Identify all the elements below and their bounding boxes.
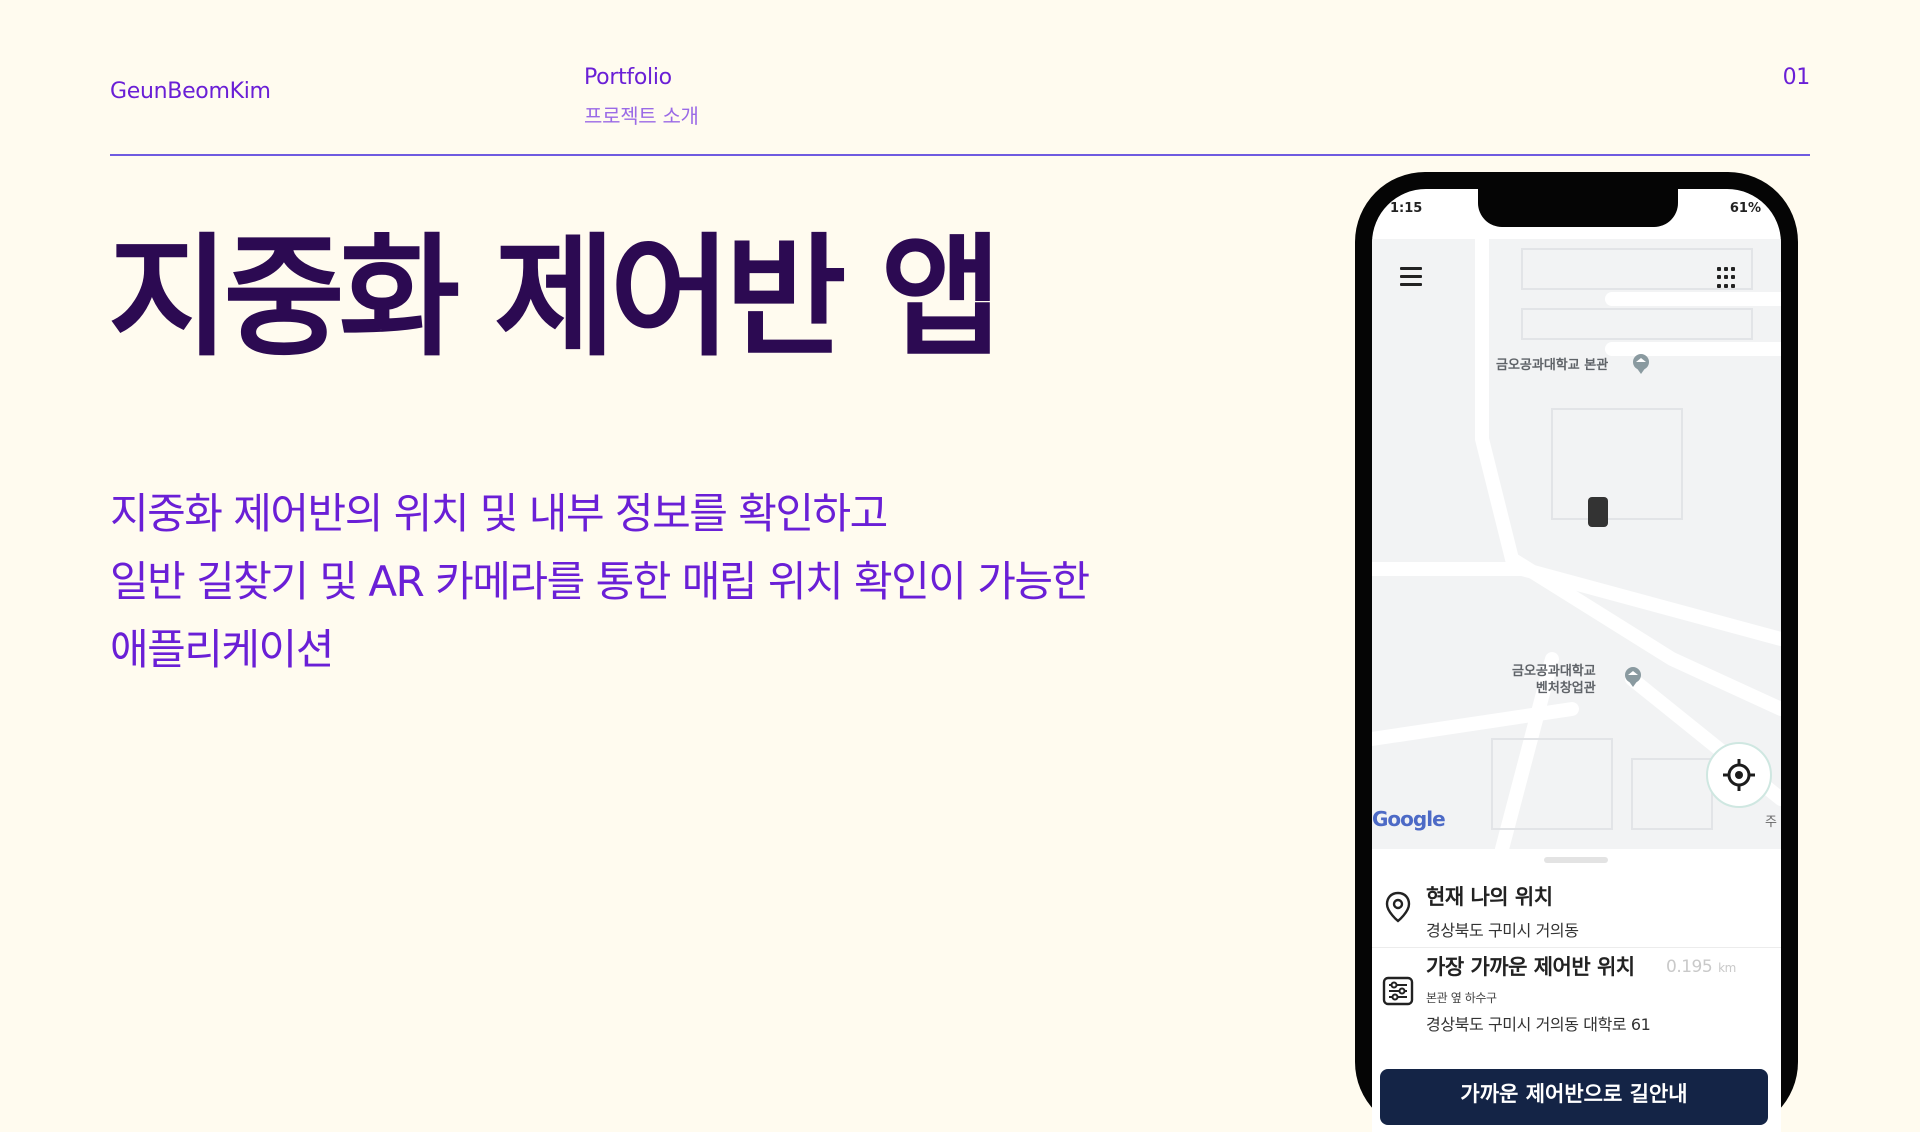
location-pin-icon bbox=[1385, 891, 1411, 923]
distance-unit: km bbox=[1718, 961, 1736, 975]
poi-main-building-label: 금오공과대학교 본관 bbox=[1496, 358, 1609, 373]
page-title: 지중화 제어반 앱 bbox=[108, 221, 1002, 375]
project-description: 지중화 제어반의 위치 및 내부 정보를 확인하고 일반 길찾기 및 AR 카메… bbox=[110, 480, 1090, 684]
poi-venture-center-label: 금오공과대학교 벤처창업관 bbox=[1512, 663, 1596, 697]
nearest-panel-distance: 0.195 km bbox=[1666, 957, 1736, 977]
google-logo: Google bbox=[1372, 807, 1446, 831]
my-location-button[interactable] bbox=[1706, 742, 1772, 808]
description-line-3: 애플리케이션 bbox=[110, 625, 334, 674]
current-location-title: 현재 나의 위치 bbox=[1426, 885, 1553, 909]
control-panel-marker[interactable] bbox=[1588, 497, 1608, 527]
poi-pin-icon[interactable] bbox=[1622, 666, 1644, 688]
status-time: 1:15 bbox=[1390, 201, 1423, 216]
status-battery: 61% bbox=[1729, 201, 1761, 216]
author-name: GeunBeomKim bbox=[110, 79, 271, 104]
apps-grid-icon[interactable] bbox=[1717, 267, 1739, 289]
header-divider bbox=[110, 154, 1810, 156]
navigate-to-panel-button[interactable]: 가까운 제어반으로 길안내 bbox=[1380, 1069, 1768, 1125]
map-edge-label: 주 bbox=[1765, 815, 1777, 830]
drag-handle[interactable] bbox=[1544, 857, 1608, 863]
distance-value: 0.195 bbox=[1666, 957, 1713, 977]
nearest-panel-note: 본관 옆 하수구 bbox=[1426, 991, 1497, 1005]
poi-pin-icon[interactable] bbox=[1630, 353, 1652, 375]
crosshair-icon bbox=[1723, 759, 1755, 791]
phone-mockup: 1:15 61% 금오공과대학교 본관 금오공과대학교 벤처창업관 Google… bbox=[1355, 172, 1798, 1132]
page-number: 01 bbox=[1782, 65, 1811, 90]
hamburger-menu-icon[interactable] bbox=[1400, 267, 1422, 287]
nearest-panel-row[interactable]: 가장 가까운 제어반 위치 0.195 km 본관 옆 하수구 경상북도 구미시 … bbox=[1372, 951, 1781, 1051]
current-location-address: 경상북도 구미시 거의동 bbox=[1426, 921, 1579, 940]
nearest-panel-address: 경상북도 구미시 거의동 대학로 61 bbox=[1426, 1015, 1651, 1034]
phone-notch bbox=[1478, 189, 1678, 227]
current-location-row[interactable]: 현재 나의 위치 경상북도 구미시 거의동 bbox=[1372, 879, 1781, 948]
control-panel-icon bbox=[1382, 976, 1414, 1006]
header-title: Portfolio bbox=[584, 65, 672, 90]
nearest-panel-title: 가장 가까운 제어반 위치 bbox=[1426, 955, 1635, 979]
description-line-2: 일반 길찾기 및 AR 카메라를 통한 매립 위치 확인이 가능한 bbox=[110, 557, 1090, 606]
poi-venture-line-2: 벤처창업관 bbox=[1535, 681, 1596, 696]
header-subtitle: 프로젝트 소개 bbox=[584, 104, 699, 128]
bottom-sheet: 현재 나의 위치 경상북도 구미시 거의동 가장 가까운 제어반 위치 0.19… bbox=[1372, 849, 1781, 1132]
poi-venture-line-1: 금오공과대학교 bbox=[1512, 664, 1596, 679]
description-line-1: 지중화 제어반의 위치 및 내부 정보를 확인하고 bbox=[110, 489, 888, 538]
phone-screen: 1:15 61% 금오공과대학교 본관 금오공과대학교 벤처창업관 Google… bbox=[1372, 189, 1781, 1132]
